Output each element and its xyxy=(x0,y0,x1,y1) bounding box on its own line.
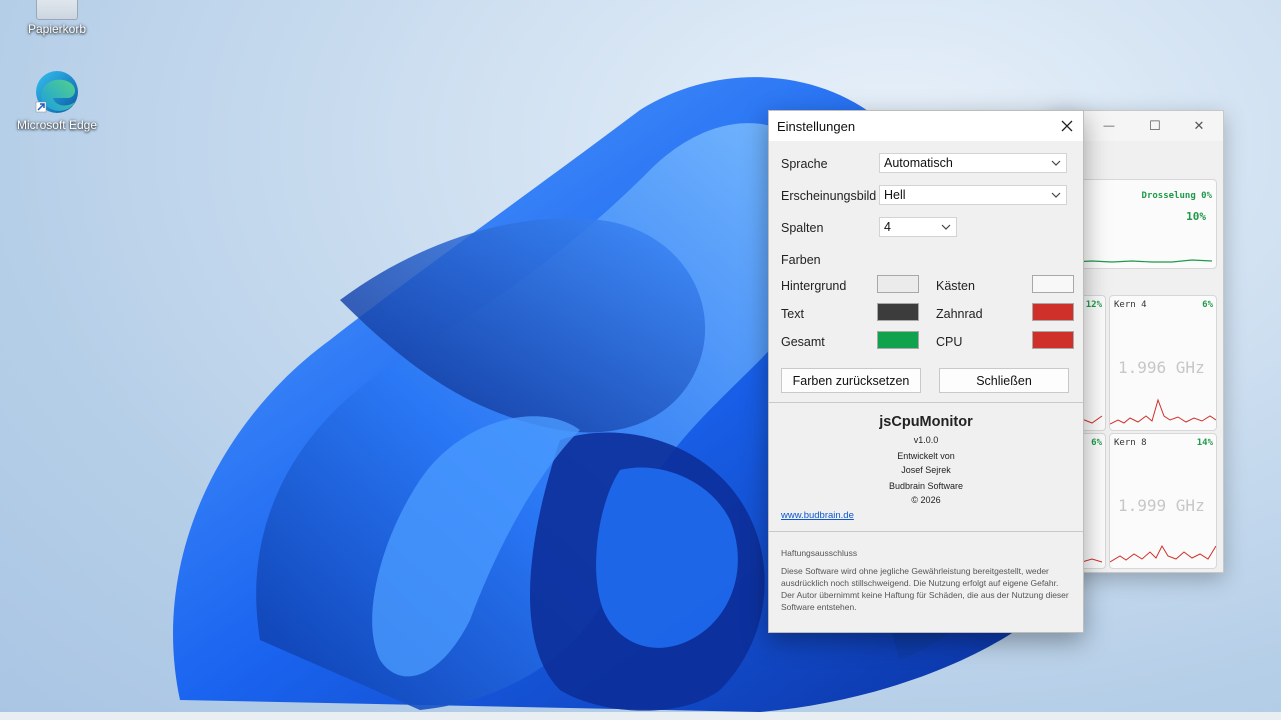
core-percent: 12% xyxy=(1085,300,1102,310)
color-swatch-total[interactable] xyxy=(877,331,919,349)
website-link[interactable]: www.budbrain.de xyxy=(781,510,854,521)
core-graph xyxy=(1110,398,1216,425)
close-button[interactable]: ✕ xyxy=(1179,111,1219,141)
app-version: v1.0.0 xyxy=(913,435,939,445)
core-box: Kern 8 14% 1.999 GHz xyxy=(1109,433,1217,569)
core-ghz: 1.999 GHz xyxy=(1118,496,1205,515)
color-swatch-text[interactable] xyxy=(877,303,919,321)
color-swatch-boxes[interactable] xyxy=(1032,275,1074,293)
core-percent: 6% xyxy=(1202,300,1213,310)
minimize-button[interactable]: — xyxy=(1089,111,1129,141)
throttle-label: Drosselung 0% xyxy=(1141,191,1212,201)
author-name: Josef Sejrek xyxy=(901,465,951,475)
company-name: Budbrain Software xyxy=(888,481,964,491)
core-label: Kern 8 xyxy=(1114,438,1147,448)
color-label-gear: Zahnrad xyxy=(936,307,983,321)
copyright: © 2026 xyxy=(911,495,941,505)
color-label-total: Gesamt xyxy=(781,335,825,349)
disclaimer-text: Diese Software wird ohne jegliche Gewähr… xyxy=(781,566,1069,612)
core-box: Kern 4 6% 1.996 GHz xyxy=(1109,295,1217,431)
desktop-icon-label: Papierkorb xyxy=(27,22,87,36)
recycle-bin-icon xyxy=(36,0,78,20)
core-ghz: 1.996 GHz xyxy=(1118,358,1205,377)
maximize-button[interactable]: ☐ xyxy=(1135,111,1175,141)
color-swatch-gear[interactable] xyxy=(1032,303,1074,321)
appearance-select[interactable]: Hell xyxy=(879,185,1067,205)
columns-label: Spalten xyxy=(781,221,824,235)
desktop-icon-recycle-bin[interactable]: Papierkorb xyxy=(12,0,102,36)
core-graph xyxy=(1110,544,1216,563)
color-label-text: Text xyxy=(781,307,804,321)
color-swatch-background[interactable] xyxy=(877,275,919,293)
columns-value: 4 xyxy=(884,220,891,234)
language-value: Automatisch xyxy=(884,156,953,170)
divider xyxy=(769,402,1083,403)
app-name: jsCpuMonitor xyxy=(879,414,973,430)
close-icon xyxy=(1061,120,1073,132)
developed-by-label: Entwickelt von xyxy=(897,451,955,461)
language-select[interactable]: Automatisch xyxy=(879,153,1067,173)
minimize-icon: — xyxy=(1103,120,1115,132)
taskbar-edge xyxy=(0,712,1281,720)
color-swatch-cpu[interactable] xyxy=(1032,331,1074,349)
close-icon: ✕ xyxy=(1193,118,1205,133)
language-label: Sprache xyxy=(781,157,828,171)
core-label: Kern 4 xyxy=(1114,300,1147,310)
color-label-cpu: CPU xyxy=(936,335,963,349)
dialog-title: Einstellungen xyxy=(777,119,856,134)
desktop-icon-label: Microsoft Edge xyxy=(16,118,98,132)
disclaimer: Haftungsausschluss Diese Software wird o… xyxy=(781,547,1073,613)
desktop-icon-microsoft-edge[interactable]: Microsoft Edge xyxy=(12,68,102,132)
disclaimer-title: Haftungsausschluss xyxy=(781,548,858,558)
edge-browser-icon xyxy=(33,68,81,116)
core-percent: 14% xyxy=(1196,438,1213,448)
appearance-value: Hell xyxy=(884,188,906,202)
close-settings-button[interactable]: Schließen xyxy=(939,368,1069,393)
chevron-down-icon xyxy=(941,224,951,230)
total-percent: 10% xyxy=(1186,210,1206,223)
dialog-close-button[interactable] xyxy=(1051,111,1083,141)
maximize-icon: ☐ xyxy=(1149,118,1161,133)
settings-dialog[interactable]: Einstellungen Sprache Automatisch Ersche… xyxy=(768,110,1084,633)
settings-titlebar[interactable]: Einstellungen xyxy=(769,111,1083,141)
chevron-down-icon xyxy=(1051,192,1061,198)
color-label-boxes: Kästen xyxy=(936,279,975,293)
appearance-label: Erscheinungsbild xyxy=(781,189,877,203)
core-percent: 6% xyxy=(1091,438,1102,448)
columns-select[interactable]: 4 xyxy=(879,217,957,237)
colors-heading: Farben xyxy=(781,253,821,267)
divider xyxy=(769,531,1083,532)
color-label-background: Hintergrund xyxy=(781,279,847,293)
chevron-down-icon xyxy=(1051,160,1061,166)
reset-colors-button[interactable]: Farben zurücksetzen xyxy=(781,368,921,393)
